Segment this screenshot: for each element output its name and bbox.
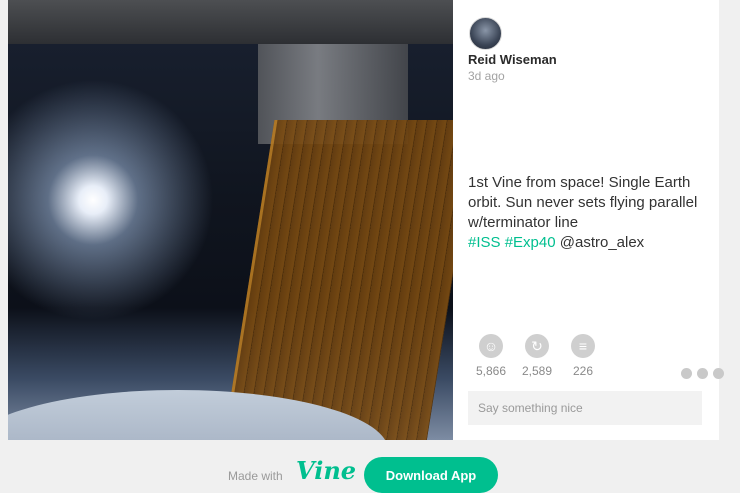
caption-text: 1st Vine from space! Single Earth orbit.… [468,174,698,231]
like-count: 5,866 [475,364,507,378]
comment-input[interactable] [468,391,702,425]
like-stat[interactable]: ☺ 5,866 [471,334,511,378]
smile-icon: ☺ [479,334,503,358]
revine-stat[interactable]: ↻ 2,589 [517,334,557,378]
video-thumbnail[interactable] [8,0,453,440]
author-name[interactable]: Reid Wiseman [468,52,557,67]
revine-count: 2,589 [521,364,553,378]
more-options-button[interactable] [681,366,740,379]
dot-icon [713,368,724,379]
footer: Made with Vine Download App [0,448,740,493]
post-details: Reid Wiseman 3d ago 1st Vine from space!… [453,0,724,440]
vine-logo[interactable]: Vine [296,456,356,485]
made-with-label: Made with [228,469,283,483]
post-card: Reid Wiseman 3d ago 1st Vine from space!… [8,0,724,440]
post-stats: ☺ 5,866 ↻ 2,589 ≡ 226 [471,334,601,378]
download-app-button[interactable]: Download App [364,457,498,493]
dot-icon [697,368,708,379]
post-time: 3d ago [468,69,505,83]
hashtag-exp40[interactable]: #Exp40 [505,234,556,251]
avatar[interactable] [469,17,502,50]
post-caption: 1st Vine from space! Single Earth orbit.… [468,173,708,253]
revine-icon: ↻ [525,334,549,358]
mention-link[interactable]: @astro_alex [560,234,644,251]
comment-icon: ≡ [571,334,595,358]
comment-count: 226 [572,364,594,378]
hashtag-iss[interactable]: #ISS [468,234,501,251]
solar-panel [217,120,453,440]
comment-stat[interactable]: ≡ 226 [563,334,603,378]
station-module [8,0,453,44]
dot-icon [681,368,692,379]
